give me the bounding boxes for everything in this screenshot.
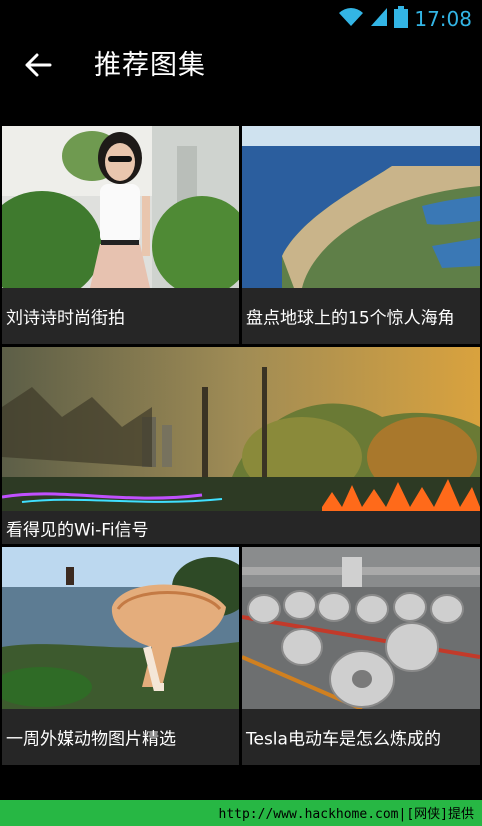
tile-image bbox=[2, 547, 239, 709]
tile-caption-text: 刘诗诗时尚街拍 bbox=[6, 308, 125, 329]
tile-image bbox=[2, 347, 480, 511]
tile-caption-text: Tesla电动车是怎么炼成的 bbox=[246, 729, 441, 750]
gallery-tile[interactable]: Tesla电动车是怎么炼成的 bbox=[242, 547, 480, 765]
tile-caption: Tesla电动车是怎么炼成的 bbox=[242, 709, 480, 765]
tile-caption: 刘诗诗时尚街拍 bbox=[2, 288, 239, 344]
tile-image bbox=[242, 126, 480, 288]
battery-icon bbox=[394, 6, 409, 32]
back-arrow-icon bbox=[24, 53, 52, 81]
app-bar: 推荐图集 bbox=[0, 36, 482, 98]
watermark-bar: http://www.hackhome.com|[网侠]提供 bbox=[0, 800, 482, 826]
tile-caption: 看得见的Wi-Fi信号 bbox=[2, 511, 480, 544]
status-time: 17:08 bbox=[414, 7, 472, 31]
status-bar: 17:08 bbox=[0, 0, 482, 36]
gallery-tile[interactable]: 刘诗诗时尚街拍 bbox=[2, 126, 239, 344]
tile-caption: 盘点地球上的15个惊人海角 bbox=[242, 288, 480, 344]
tile-caption-text: 一周外媒动物图片精选 bbox=[6, 729, 176, 750]
tile-caption-text: 看得见的Wi-Fi信号 bbox=[6, 520, 149, 540]
page-title: 推荐图集 bbox=[94, 50, 206, 81]
wifi-icon bbox=[338, 7, 364, 31]
tile-caption-text: 盘点地球上的15个惊人海角 bbox=[246, 308, 455, 329]
tile-image bbox=[242, 547, 480, 709]
back-button[interactable] bbox=[18, 50, 58, 84]
cell-signal-icon bbox=[370, 7, 388, 31]
tile-caption: 一周外媒动物图片精选 bbox=[2, 709, 239, 765]
bottom-strip bbox=[0, 768, 482, 800]
watermark-text: http://www.hackhome.com|[网侠]提供 bbox=[218, 807, 475, 822]
tile-image bbox=[2, 126, 239, 288]
gallery-tile[interactable]: 看得见的Wi-Fi信号 bbox=[2, 347, 480, 544]
gallery-tile[interactable]: 盘点地球上的15个惊人海角 bbox=[242, 126, 480, 344]
gallery-tile[interactable]: 一周外媒动物图片精选 bbox=[2, 547, 239, 765]
